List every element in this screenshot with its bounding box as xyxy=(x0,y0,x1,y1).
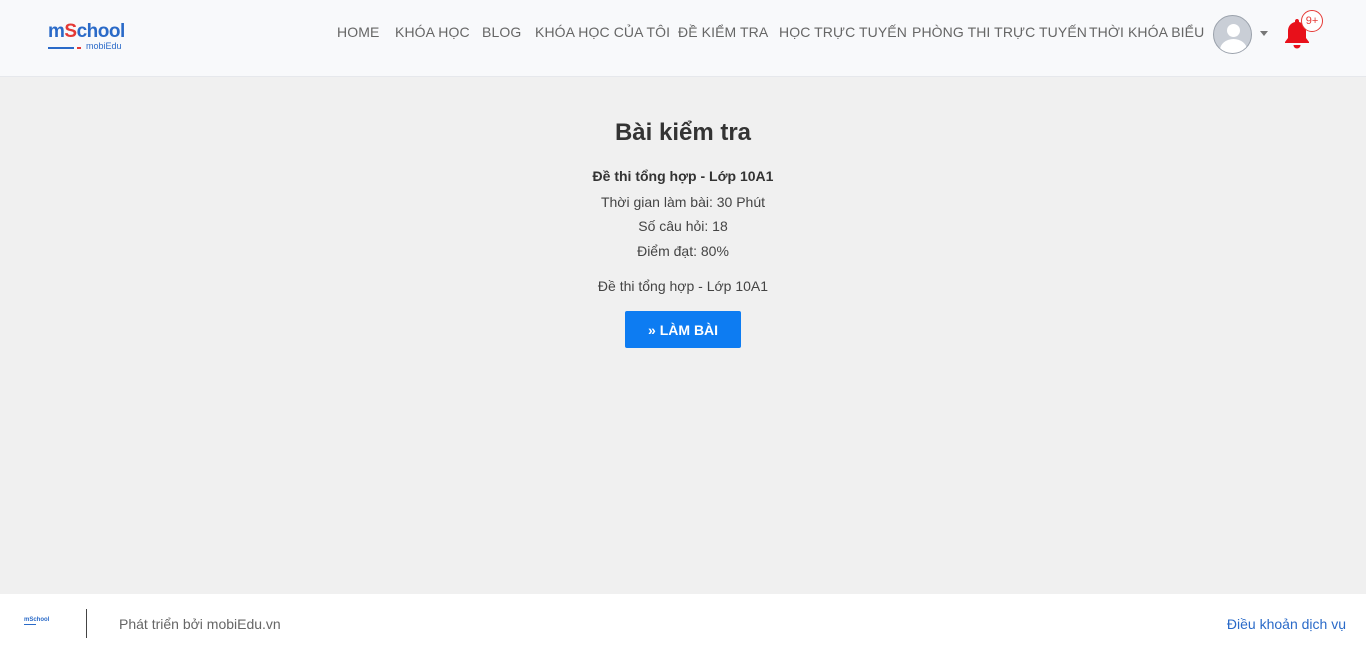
page-footer: mSchool Phát triển bởi mobiEdu.vn Điều k… xyxy=(0,594,1366,651)
exam-detail: Bài kiểm tra Đề thi tổng hợp - Lớp 10A1 … xyxy=(0,77,1366,594)
terms-of-service-link[interactable]: Điều khoản dịch vụ xyxy=(1227,616,1346,632)
footer-divider xyxy=(86,609,87,638)
top-header: mSchool mobiEdu HOME KHÓA HỌC BLOG KHÓA … xyxy=(0,0,1366,77)
logo-subtitle: mobiEdu xyxy=(86,41,122,51)
page-title: Bài kiểm tra xyxy=(614,119,752,146)
double-chevron-right-icon: » xyxy=(647,321,656,338)
nav-courses[interactable]: KHÓA HỌC xyxy=(395,24,470,40)
notification-count-badge: 9+ xyxy=(1301,10,1323,32)
logo-underline-red xyxy=(77,47,81,49)
nav-blog[interactable]: BLOG xyxy=(482,24,521,40)
logo-wordmark: mSchool xyxy=(48,21,125,42)
mschool-logo[interactable]: mSchool mobiEdu xyxy=(48,22,138,54)
user-avatar-icon xyxy=(1213,15,1252,54)
nav-home[interactable]: HOME xyxy=(337,24,379,40)
logo-underline-blue xyxy=(48,47,74,49)
exam-pass-score: Điểm đạt: 80% xyxy=(637,243,729,259)
nav-online-learning[interactable]: HỌC TRỰC TUYẾN xyxy=(779,24,907,40)
chevron-down-icon xyxy=(1260,31,1268,36)
exam-question-count: Số câu hỏi: 18 xyxy=(638,218,728,234)
footer-logo: mSchool xyxy=(24,617,50,625)
nav-timetable[interactable]: THỜI KHÓA BIỂU xyxy=(1089,24,1204,40)
start-exam-button[interactable]: » LÀM BÀI xyxy=(625,311,741,348)
exam-duration: Thời gian làm bài: 30 Phút xyxy=(600,194,766,210)
nav-exams[interactable]: ĐỀ KIỂM TRA xyxy=(678,24,768,40)
user-menu[interactable] xyxy=(1212,14,1270,54)
footer-developed-by: Phát triển bởi mobiEdu.vn xyxy=(119,616,281,632)
start-exam-label: LÀM BÀI xyxy=(659,321,719,338)
exam-description: Đề thi tổng hợp - Lớp 10A1 xyxy=(597,278,769,294)
nav-my-courses[interactable]: KHÓA HỌC CỦA TÔI xyxy=(535,24,670,40)
nav-online-exam-room[interactable]: PHÒNG THI TRỰC TUYẾN xyxy=(912,24,1087,40)
exam-name: Đề thi tổng hợp - Lớp 10A1 xyxy=(592,168,774,184)
